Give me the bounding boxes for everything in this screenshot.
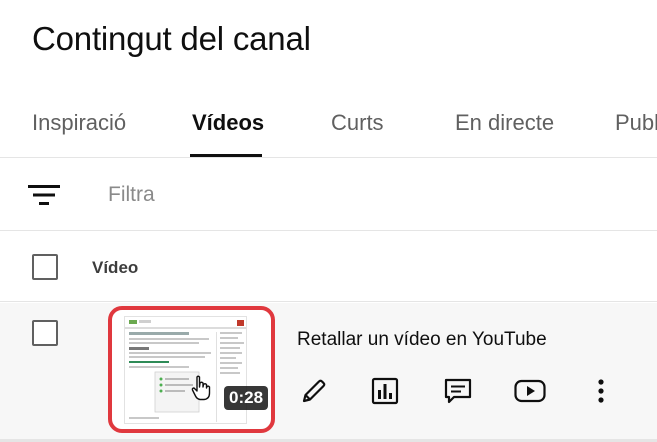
filter-input[interactable]	[108, 179, 608, 211]
page-title: Contingut del canal	[32, 20, 311, 57]
filter-bar	[0, 159, 657, 231]
filter-icon[interactable]	[28, 183, 60, 207]
table-header-row: Vídeo	[0, 232, 657, 302]
column-header-video: Vídeo	[92, 258, 139, 277]
active-tab-indicator	[190, 154, 262, 157]
hand-cursor-icon	[191, 375, 211, 401]
table-row: 0:28 Retallar un vídeo en YouTube	[0, 303, 657, 442]
video-duration: 0:28	[224, 386, 269, 410]
analytics-icon[interactable]	[367, 373, 403, 409]
video-thumbnail[interactable]: 0:28	[108, 306, 275, 433]
tab-bar: Inspiració Vídeos Curts En directe Publ	[0, 88, 657, 158]
video-title[interactable]: Retallar un vídeo en YouTube	[297, 329, 547, 351]
youtube-play-icon[interactable]	[512, 373, 548, 409]
pencil-icon[interactable]	[296, 373, 332, 409]
tab-en-directe[interactable]: En directe	[455, 110, 554, 136]
tab-curts[interactable]: Curts	[331, 110, 384, 136]
tab-publicacions[interactable]: Publ	[615, 110, 657, 136]
row-checkbox[interactable]	[32, 320, 58, 346]
select-all-checkbox[interactable]	[32, 254, 58, 280]
tab-inspiracio[interactable]: Inspiració	[32, 110, 126, 136]
more-vert-icon[interactable]	[583, 373, 619, 409]
comments-icon[interactable]	[440, 373, 476, 409]
tab-videos[interactable]: Vídeos	[192, 110, 264, 136]
